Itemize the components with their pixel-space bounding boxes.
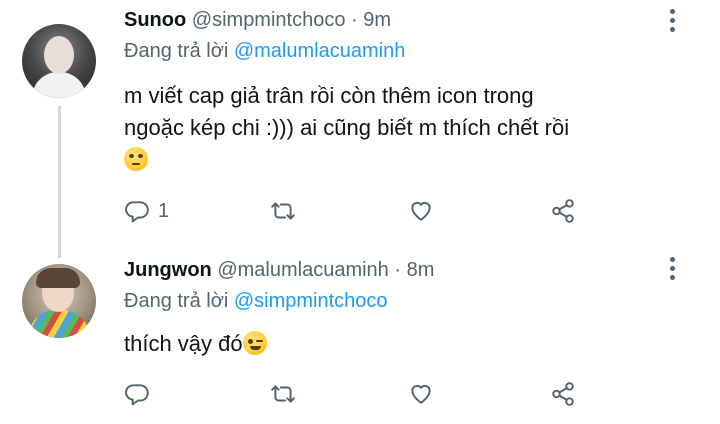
mention-link[interactable]: @malumlacuaminh [234,40,405,62]
reply-count: 1 [158,199,170,222]
tweet-header: Sunoo @simpmintchoco · 9m [124,8,391,32]
replying-to: Đang trả lời @simpmintchoco [124,288,388,314]
avatar[interactable] [22,24,96,98]
like-icon [411,201,431,221]
share-button[interactable] [550,379,576,409]
retweet-icon [271,202,295,220]
replying-to-label: Đang trả lời [124,290,229,312]
tweet-text: thích vậy đó [124,328,684,360]
retweet-icon [271,385,295,403]
user-handle[interactable]: @malumlacuaminh [217,259,388,281]
more-icon[interactable] [664,256,680,282]
rolling-eyes-emoji-icon [124,147,148,171]
tweet-actions [124,379,594,411]
display-name[interactable]: Jungwon [124,259,212,281]
display-name[interactable]: Sunoo [124,9,186,31]
tweet-text: m viết cap giả trân rồi còn thêm icon tr… [124,80,684,176]
reply-icon [125,384,149,406]
avatar-body [32,72,86,98]
timestamp[interactable]: 8m [407,259,435,281]
retweet-button[interactable] [270,196,296,226]
separator-dot: · [351,9,358,31]
winking-emoji-icon [242,331,267,355]
share-icon [552,382,574,406]
share-button[interactable] [550,196,576,226]
more-icon[interactable] [664,8,680,34]
user-handle[interactable]: @simpmintchoco [192,9,346,31]
tweet-emoji-line [124,144,684,176]
retweet-button[interactable] [270,379,296,409]
tweet-text-line: thích vậy đó [124,331,243,356]
replying-to-label: Đang trả lời [124,40,229,62]
timestamp[interactable]: 9m [363,9,391,31]
tweet-header: Jungwon @malumlacuaminh · 8m [124,258,434,282]
tweet-text-line: m viết cap giả trân rồi còn thêm icon tr… [124,83,534,108]
avatar[interactable] [22,264,96,338]
reply-button[interactable]: 1 [124,196,169,226]
avatar-hair [36,268,80,288]
tweet[interactable]: Sunoo @simpmintchoco · 9m Đang trả lời @… [0,0,720,258]
replying-to: Đang trả lời @malumlacuaminh [124,38,405,64]
like-button[interactable] [408,196,434,226]
separator-dot: · [394,259,402,281]
thread-line [58,106,61,258]
mention-link[interactable]: @simpmintchoco [234,290,388,312]
reply-button[interactable] [124,379,158,409]
avatar-body [28,310,90,338]
tweet-actions: 1 [124,196,594,228]
share-icon [552,199,574,223]
like-button[interactable] [408,379,434,409]
reply-icon [125,201,149,223]
tweet-text-line: ngoặc kép chi :))) ai cũng biết m thích … [124,115,570,140]
like-icon [411,384,431,404]
avatar-face [44,36,74,74]
tweet[interactable]: Jungwon @malumlacuaminh · 8m Đang trả lờ… [0,248,720,424]
